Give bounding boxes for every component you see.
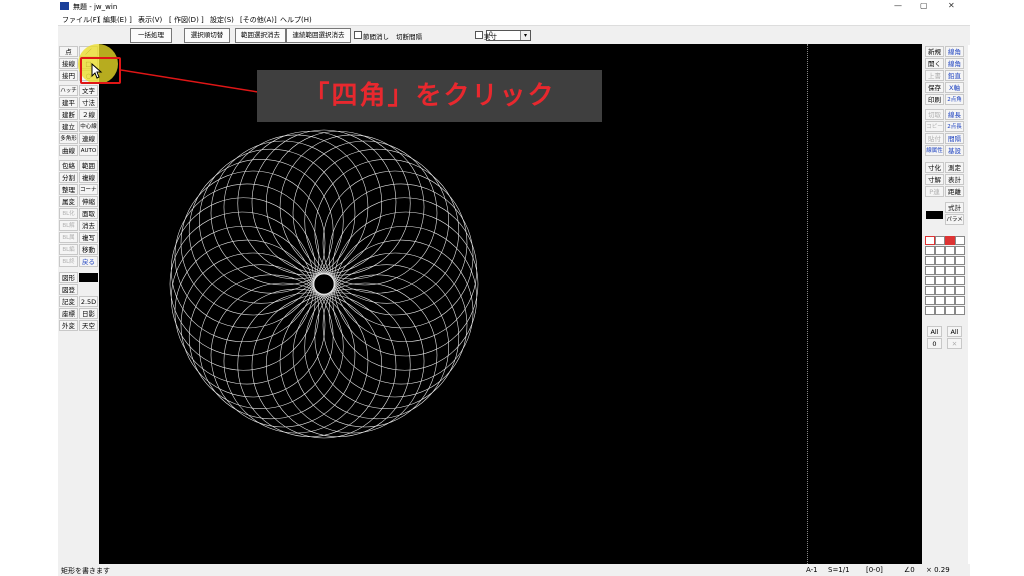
- mouse-pointer-icon: [91, 63, 103, 79]
- tutorial-callout: 「四角」をクリック: [257, 70, 602, 122]
- callout-text: 「四角」をクリック: [303, 81, 556, 111]
